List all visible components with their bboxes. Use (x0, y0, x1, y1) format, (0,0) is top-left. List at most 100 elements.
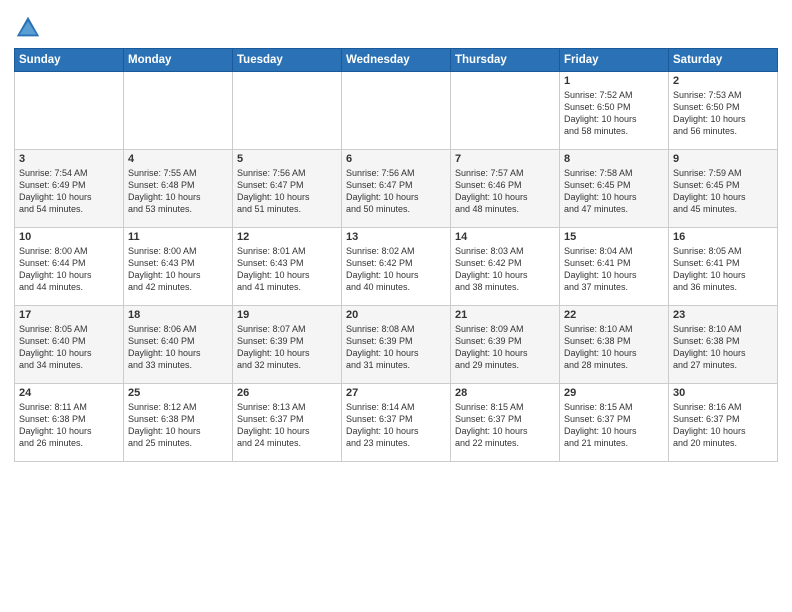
day-number: 19 (237, 309, 337, 321)
day-cell: 21 Sunrise: 8:09 AM Sunset: 6:39 PM Dayli… (451, 306, 560, 384)
day-info: Sunrise: 8:15 AM Sunset: 6:37 PM Dayligh… (455, 401, 555, 450)
day-info: Sunrise: 7:56 AM Sunset: 6:47 PM Dayligh… (346, 167, 446, 216)
day-info: Sunrise: 8:06 AM Sunset: 6:40 PM Dayligh… (128, 323, 228, 372)
day-cell: 2 Sunrise: 7:53 AM Sunset: 6:50 PM Daylig… (669, 72, 778, 150)
day-number: 23 (673, 309, 773, 321)
header (14, 10, 778, 42)
day-info: Sunrise: 7:52 AM Sunset: 6:50 PM Dayligh… (564, 89, 664, 138)
day-cell (124, 72, 233, 150)
day-cell: 24Sunrise: 8:11 AM Sunset: 6:38 PM Dayli… (15, 384, 124, 462)
day-info: Sunrise: 8:00 AM Sunset: 6:44 PM Dayligh… (19, 245, 119, 294)
day-number: 24 (19, 387, 119, 399)
day-cell: 5Sunrise: 7:56 AM Sunset: 6:47 PM Daylig… (233, 150, 342, 228)
day-number: 4 (128, 153, 228, 165)
day-number: 20 (346, 309, 446, 321)
day-number: 26 (237, 387, 337, 399)
day-info: Sunrise: 8:07 AM Sunset: 6:39 PM Dayligh… (237, 323, 337, 372)
day-number: 3 (19, 153, 119, 165)
day-number: 21 (455, 309, 555, 321)
day-info: Sunrise: 8:14 AM Sunset: 6:37 PM Dayligh… (346, 401, 446, 450)
day-number: 30 (673, 387, 773, 399)
column-header-sunday: Sunday (15, 49, 124, 72)
day-number: 5 (237, 153, 337, 165)
day-cell: 20 Sunrise: 8:08 AM Sunset: 6:39 PM Dayli… (342, 306, 451, 384)
day-cell: 17 Sunrise: 8:05 AM Sunset: 6:40 PM Dayli… (15, 306, 124, 384)
day-cell: 11Sunrise: 8:00 AM Sunset: 6:43 PM Dayli… (124, 228, 233, 306)
day-info: Sunrise: 8:01 AM Sunset: 6:43 PM Dayligh… (237, 245, 337, 294)
day-info: Sunrise: 8:05 AM Sunset: 6:40 PM Dayligh… (19, 323, 119, 372)
day-cell (342, 72, 451, 150)
day-cell: 22 Sunrise: 8:10 AM Sunset: 6:38 PM Dayli… (560, 306, 669, 384)
day-cell: 18 Sunrise: 8:06 AM Sunset: 6:40 PM Dayli… (124, 306, 233, 384)
day-cell: 10 Sunrise: 8:00 AM Sunset: 6:44 PM Dayli… (15, 228, 124, 306)
day-cell (15, 72, 124, 150)
day-cell: 28 Sunrise: 8:15 AM Sunset: 6:37 PM Dayli… (451, 384, 560, 462)
week-row-4: 17 Sunrise: 8:05 AM Sunset: 6:40 PM Dayli… (15, 306, 778, 384)
day-info: Sunrise: 8:10 AM Sunset: 6:38 PM Dayligh… (564, 323, 664, 372)
day-info: Sunrise: 8:02 AM Sunset: 6:42 PM Dayligh… (346, 245, 446, 294)
day-number: 2 (673, 75, 773, 87)
day-info: Sunrise: 8:05 AM Sunset: 6:41 PM Dayligh… (673, 245, 773, 294)
day-cell: 29 Sunrise: 8:15 AM Sunset: 6:37 PM Dayli… (560, 384, 669, 462)
day-cell: 27 Sunrise: 8:14 AM Sunset: 6:37 PM Dayli… (342, 384, 451, 462)
day-info: Sunrise: 8:08 AM Sunset: 6:39 PM Dayligh… (346, 323, 446, 372)
day-number: 6 (346, 153, 446, 165)
day-number: 13 (346, 231, 446, 243)
day-cell: 19 Sunrise: 8:07 AM Sunset: 6:39 PM Dayli… (233, 306, 342, 384)
day-number: 14 (455, 231, 555, 243)
day-info: Sunrise: 8:12 AM Sunset: 6:38 PM Dayligh… (128, 401, 228, 450)
day-number: 16 (673, 231, 773, 243)
day-number: 12 (237, 231, 337, 243)
day-info: Sunrise: 8:13 AM Sunset: 6:37 PM Dayligh… (237, 401, 337, 450)
day-info: Sunrise: 8:09 AM Sunset: 6:39 PM Dayligh… (455, 323, 555, 372)
week-row-5: 24Sunrise: 8:11 AM Sunset: 6:38 PM Dayli… (15, 384, 778, 462)
day-info: Sunrise: 7:53 AM Sunset: 6:50 PM Dayligh… (673, 89, 773, 138)
day-number: 15 (564, 231, 664, 243)
week-row-1: 1 Sunrise: 7:52 AM Sunset: 6:50 PM Daylig… (15, 72, 778, 150)
day-info: Sunrise: 8:10 AM Sunset: 6:38 PM Dayligh… (673, 323, 773, 372)
day-info: Sunrise: 8:03 AM Sunset: 6:42 PM Dayligh… (455, 245, 555, 294)
logo-icon (14, 14, 42, 42)
day-number: 27 (346, 387, 446, 399)
column-header-thursday: Thursday (451, 49, 560, 72)
day-cell: 25Sunrise: 8:12 AM Sunset: 6:38 PM Dayli… (124, 384, 233, 462)
day-info: Sunrise: 8:00 AM Sunset: 6:43 PM Dayligh… (128, 245, 228, 294)
day-cell: 16 Sunrise: 8:05 AM Sunset: 6:41 PM Dayli… (669, 228, 778, 306)
day-number: 10 (19, 231, 119, 243)
header-row: SundayMondayTuesdayWednesdayThursdayFrid… (15, 49, 778, 72)
day-cell: 6 Sunrise: 7:56 AM Sunset: 6:47 PM Daylig… (342, 150, 451, 228)
day-cell: 23 Sunrise: 8:10 AM Sunset: 6:38 PM Dayli… (669, 306, 778, 384)
column-header-monday: Monday (124, 49, 233, 72)
day-cell (233, 72, 342, 150)
day-cell: 3Sunrise: 7:54 AM Sunset: 6:49 PM Daylig… (15, 150, 124, 228)
column-header-tuesday: Tuesday (233, 49, 342, 72)
day-info: Sunrise: 7:55 AM Sunset: 6:48 PM Dayligh… (128, 167, 228, 216)
day-cell: 4 Sunrise: 7:55 AM Sunset: 6:48 PM Daylig… (124, 150, 233, 228)
day-cell: 8 Sunrise: 7:58 AM Sunset: 6:45 PM Daylig… (560, 150, 669, 228)
day-cell: 7Sunrise: 7:57 AM Sunset: 6:46 PM Daylig… (451, 150, 560, 228)
day-number: 29 (564, 387, 664, 399)
day-cell: 1 Sunrise: 7:52 AM Sunset: 6:50 PM Daylig… (560, 72, 669, 150)
column-header-wednesday: Wednesday (342, 49, 451, 72)
week-row-3: 10 Sunrise: 8:00 AM Sunset: 6:44 PM Dayli… (15, 228, 778, 306)
page-container: SundayMondayTuesdayWednesdayThursdayFrid… (0, 0, 792, 470)
day-info: Sunrise: 8:16 AM Sunset: 6:37 PM Dayligh… (673, 401, 773, 450)
day-info: Sunrise: 8:04 AM Sunset: 6:41 PM Dayligh… (564, 245, 664, 294)
day-number: 28 (455, 387, 555, 399)
day-info: Sunrise: 8:15 AM Sunset: 6:37 PM Dayligh… (564, 401, 664, 450)
day-cell: 14 Sunrise: 8:03 AM Sunset: 6:42 PM Dayli… (451, 228, 560, 306)
day-cell: 26 Sunrise: 8:13 AM Sunset: 6:37 PM Dayli… (233, 384, 342, 462)
day-number: 18 (128, 309, 228, 321)
day-info: Sunrise: 7:59 AM Sunset: 6:45 PM Dayligh… (673, 167, 773, 216)
day-number: 9 (673, 153, 773, 165)
day-info: Sunrise: 7:58 AM Sunset: 6:45 PM Dayligh… (564, 167, 664, 216)
day-number: 8 (564, 153, 664, 165)
calendar-table: SundayMondayTuesdayWednesdayThursdayFrid… (14, 48, 778, 462)
day-cell: 13 Sunrise: 8:02 AM Sunset: 6:42 PM Dayli… (342, 228, 451, 306)
column-header-friday: Friday (560, 49, 669, 72)
week-row-2: 3Sunrise: 7:54 AM Sunset: 6:49 PM Daylig… (15, 150, 778, 228)
day-cell: 30 Sunrise: 8:16 AM Sunset: 6:37 PM Dayli… (669, 384, 778, 462)
day-number: 1 (564, 75, 664, 87)
day-number: 17 (19, 309, 119, 321)
day-number: 22 (564, 309, 664, 321)
